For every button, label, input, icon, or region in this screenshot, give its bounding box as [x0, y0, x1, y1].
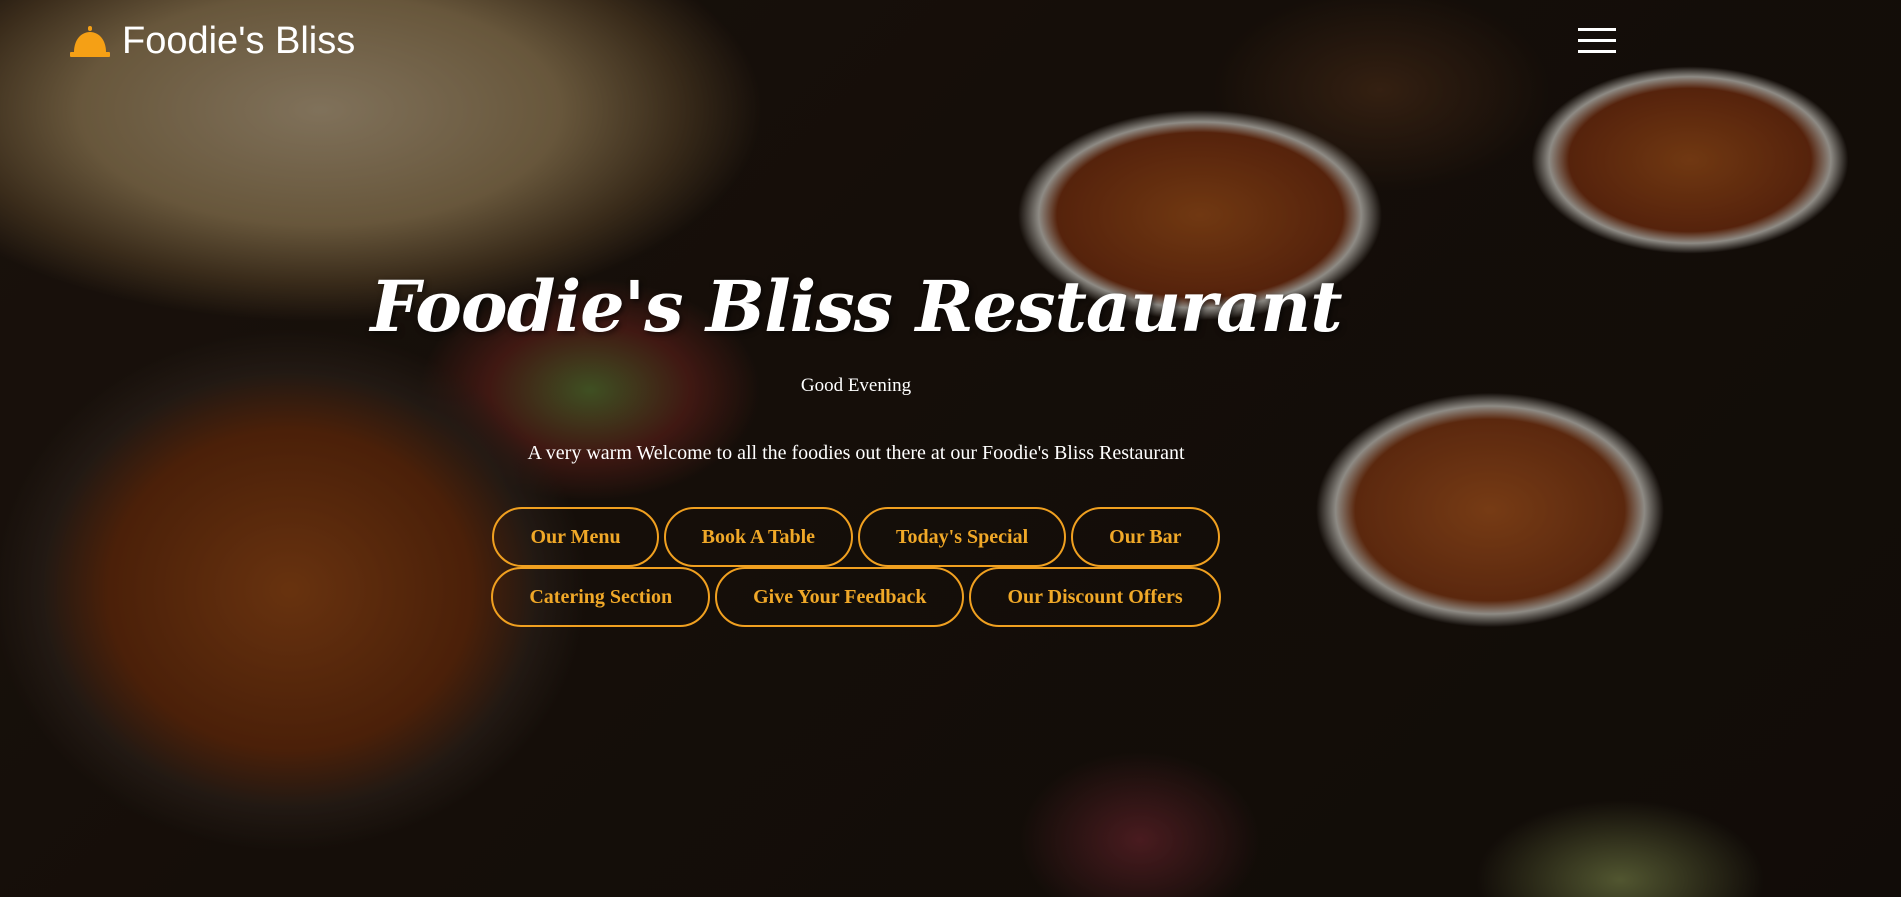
todays-special-button[interactable]: Today's Special: [858, 507, 1067, 567]
hero-title: Foodie's Bliss Restaurant: [370, 265, 1342, 348]
hero-section: Foodie's Bliss Restaurant Good Evening A…: [0, 0, 1901, 897]
book-a-table-button[interactable]: Book A Table: [663, 507, 854, 567]
our-menu-button[interactable]: Our Menu: [492, 507, 659, 567]
greeting-text: Good Evening: [800, 375, 912, 396]
catering-section-button[interactable]: Catering Section: [491, 567, 711, 627]
welcome-text: A very warm Welcome to all the foodies o…: [527, 442, 1185, 464]
our-bar-button[interactable]: Our Bar: [1071, 507, 1220, 567]
discount-offers-button[interactable]: Our Discount Offers: [969, 567, 1221, 627]
give-feedback-button[interactable]: Give Your Feedback: [715, 567, 965, 627]
button-row: Catering Section Give Your Feedback Our …: [0, 567, 1712, 627]
button-row: Our Menu Book A Table Today's Special Ou…: [0, 507, 1712, 567]
page: Foodie's Bliss Foodie's Bliss Restaurant…: [0, 0, 1901, 897]
